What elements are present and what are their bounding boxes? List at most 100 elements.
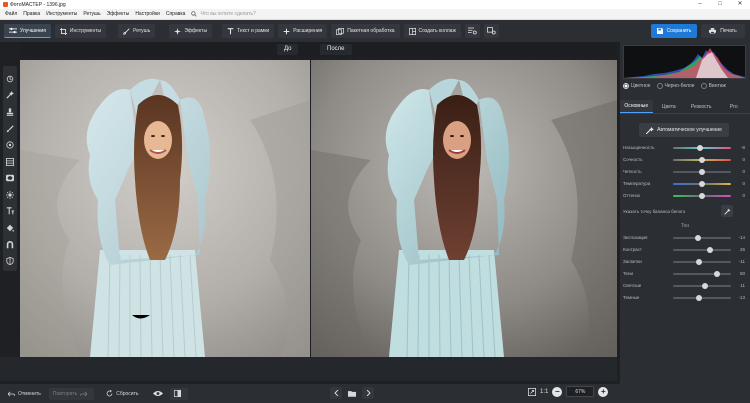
menu-file[interactable]: Файл xyxy=(2,11,20,17)
menu-help[interactable]: Справка xyxy=(163,11,189,17)
slider-track[interactable] xyxy=(673,294,731,301)
close-icon[interactable]: ✕ xyxy=(730,0,750,9)
redo-button[interactable]: Повторить xyxy=(48,387,95,400)
slider-track[interactable] xyxy=(673,258,731,265)
vignette-tool[interactable] xyxy=(4,171,16,185)
photo-canvas[interactable] xyxy=(20,60,617,357)
tab-effects[interactable]: Эффекты xyxy=(169,24,213,38)
options-button[interactable] xyxy=(464,24,480,38)
brush-tool[interactable] xyxy=(4,122,16,136)
reset-button[interactable]: Сбросить xyxy=(102,388,142,400)
radial-filter-tool[interactable] xyxy=(4,138,16,152)
slider-label: Тени xyxy=(623,271,633,276)
tab-tools[interactable]: Инструменты xyxy=(54,24,107,38)
light-tool[interactable] xyxy=(4,188,16,202)
maximize-icon[interactable]: □ xyxy=(710,0,730,9)
image-navigation xyxy=(330,387,378,399)
fill-tool[interactable] xyxy=(4,221,16,235)
auto-fix-tool[interactable] xyxy=(4,72,16,86)
zoom-out-icon[interactable]: − xyxy=(552,386,563,397)
slider-knob[interactable] xyxy=(695,294,702,301)
exposure-slider[interactable]: Экспозиция -14 xyxy=(623,232,747,243)
open-folder-button[interactable] xyxy=(346,387,358,399)
minimize-icon[interactable]: – xyxy=(690,0,710,9)
undo-button[interactable]: Отменить xyxy=(4,388,45,400)
tab-text-frames[interactable]: Текст и рамки xyxy=(222,24,275,38)
slider-track[interactable] xyxy=(673,144,731,151)
slider-knob[interactable] xyxy=(702,282,709,289)
light-icon xyxy=(6,190,14,199)
shield-tool[interactable] xyxy=(4,254,16,268)
tab-enhancements[interactable]: Улучшения xyxy=(4,24,51,38)
reset-label: Сбросить xyxy=(116,390,139,397)
slider-knob[interactable] xyxy=(694,234,701,241)
contrast-slider[interactable]: Контраст 26 xyxy=(623,244,747,255)
stamp-tool[interactable] xyxy=(4,105,16,119)
slider-track[interactable] xyxy=(673,192,731,199)
preview-eye-button[interactable] xyxy=(149,388,170,400)
tab-collage[interactable]: Создать коллаж xyxy=(403,24,461,38)
whites-slider[interactable]: Светлые 11 xyxy=(623,280,747,291)
menu-effects[interactable]: Эффекты xyxy=(104,11,133,17)
slider-knob[interactable] xyxy=(713,270,720,277)
saturation-slider[interactable]: Насыщенность -8 xyxy=(623,142,747,153)
slider-track[interactable] xyxy=(673,282,731,289)
tint-slider[interactable]: Оттенок 0 xyxy=(623,190,747,201)
next-image-button[interactable] xyxy=(362,387,374,399)
zoom-level[interactable]: 67% xyxy=(566,386,595,397)
slider-knob[interactable] xyxy=(699,192,705,199)
radio-color[interactable]: Цветное xyxy=(623,83,651,89)
vibrance-slider[interactable]: Сочность 0 xyxy=(623,154,747,165)
save-button[interactable]: Сохранить xyxy=(651,24,697,38)
temperature-slider[interactable]: Температура 0 xyxy=(623,178,747,189)
fit-screen-icon[interactable] xyxy=(528,387,536,396)
highlights-slider[interactable]: Засветки -11 xyxy=(623,256,747,267)
slider-knob[interactable] xyxy=(696,258,703,265)
clarity-slider[interactable]: Четкость 0 xyxy=(623,166,747,177)
blacks-slider[interactable]: Темные -13 xyxy=(623,292,747,303)
before-photo xyxy=(20,60,310,357)
tab-sharpness[interactable]: Резкость xyxy=(685,100,718,113)
text-tool[interactable] xyxy=(4,205,16,219)
zoom-in-icon[interactable]: + xyxy=(598,386,609,397)
slider-knob[interactable] xyxy=(696,144,703,151)
auto-enhance-button[interactable]: Автоматическое улучшение xyxy=(639,123,729,137)
slider-knob[interactable] xyxy=(699,156,705,163)
slider-track[interactable] xyxy=(673,270,731,277)
eyedropper-button[interactable] xyxy=(721,205,733,217)
slider-track[interactable] xyxy=(673,246,731,253)
menu-tools[interactable]: Инструменты xyxy=(43,11,80,17)
radio-black-white[interactable]: Черно-белое xyxy=(656,83,695,89)
compare-mode-button[interactable] xyxy=(169,387,188,400)
actual-size-button[interactable]: 1:1 xyxy=(540,389,548,395)
menu-retouch[interactable]: Ретушь xyxy=(80,11,103,17)
tab-batch[interactable]: Пакетная обработка xyxy=(331,24,400,38)
menu-edit[interactable]: Правка xyxy=(20,11,43,17)
tab-extensions[interactable]: Расширения xyxy=(278,24,328,38)
tab-pro[interactable]: Pro xyxy=(718,100,750,113)
slider-label: Температура xyxy=(623,181,651,186)
radio-label: Черно-белое xyxy=(664,83,695,89)
tab-basic[interactable]: Основные xyxy=(620,100,653,113)
slider-track[interactable] xyxy=(673,156,731,163)
shadows-slider[interactable]: Тени 50 xyxy=(623,268,747,279)
slider-knob[interactable] xyxy=(706,246,713,253)
tab-colors[interactable]: Цвета xyxy=(653,100,686,113)
menu-settings[interactable]: Настройки xyxy=(132,11,163,17)
magnet-tool[interactable] xyxy=(4,238,16,252)
magic-wand-tool[interactable] xyxy=(4,89,16,103)
search-box[interactable]: Что вы хотите сделать? xyxy=(191,11,256,17)
slider-track[interactable] xyxy=(673,180,731,187)
history-button[interactable] xyxy=(483,24,499,38)
radio-vintage[interactable]: Винтаж xyxy=(700,83,726,89)
tab-retouch[interactable]: Ретушь xyxy=(118,24,156,38)
gradient-filter-tool[interactable] xyxy=(4,155,16,169)
slider-knob[interactable] xyxy=(699,168,705,175)
print-button[interactable]: Печать xyxy=(701,24,745,38)
slider-value: 11 xyxy=(740,283,745,288)
slider-knob[interactable] xyxy=(699,180,705,187)
prev-image-button[interactable] xyxy=(330,387,342,399)
undo-label: Отменить xyxy=(18,390,41,397)
slider-track[interactable] xyxy=(673,234,731,241)
slider-track[interactable] xyxy=(673,168,731,175)
